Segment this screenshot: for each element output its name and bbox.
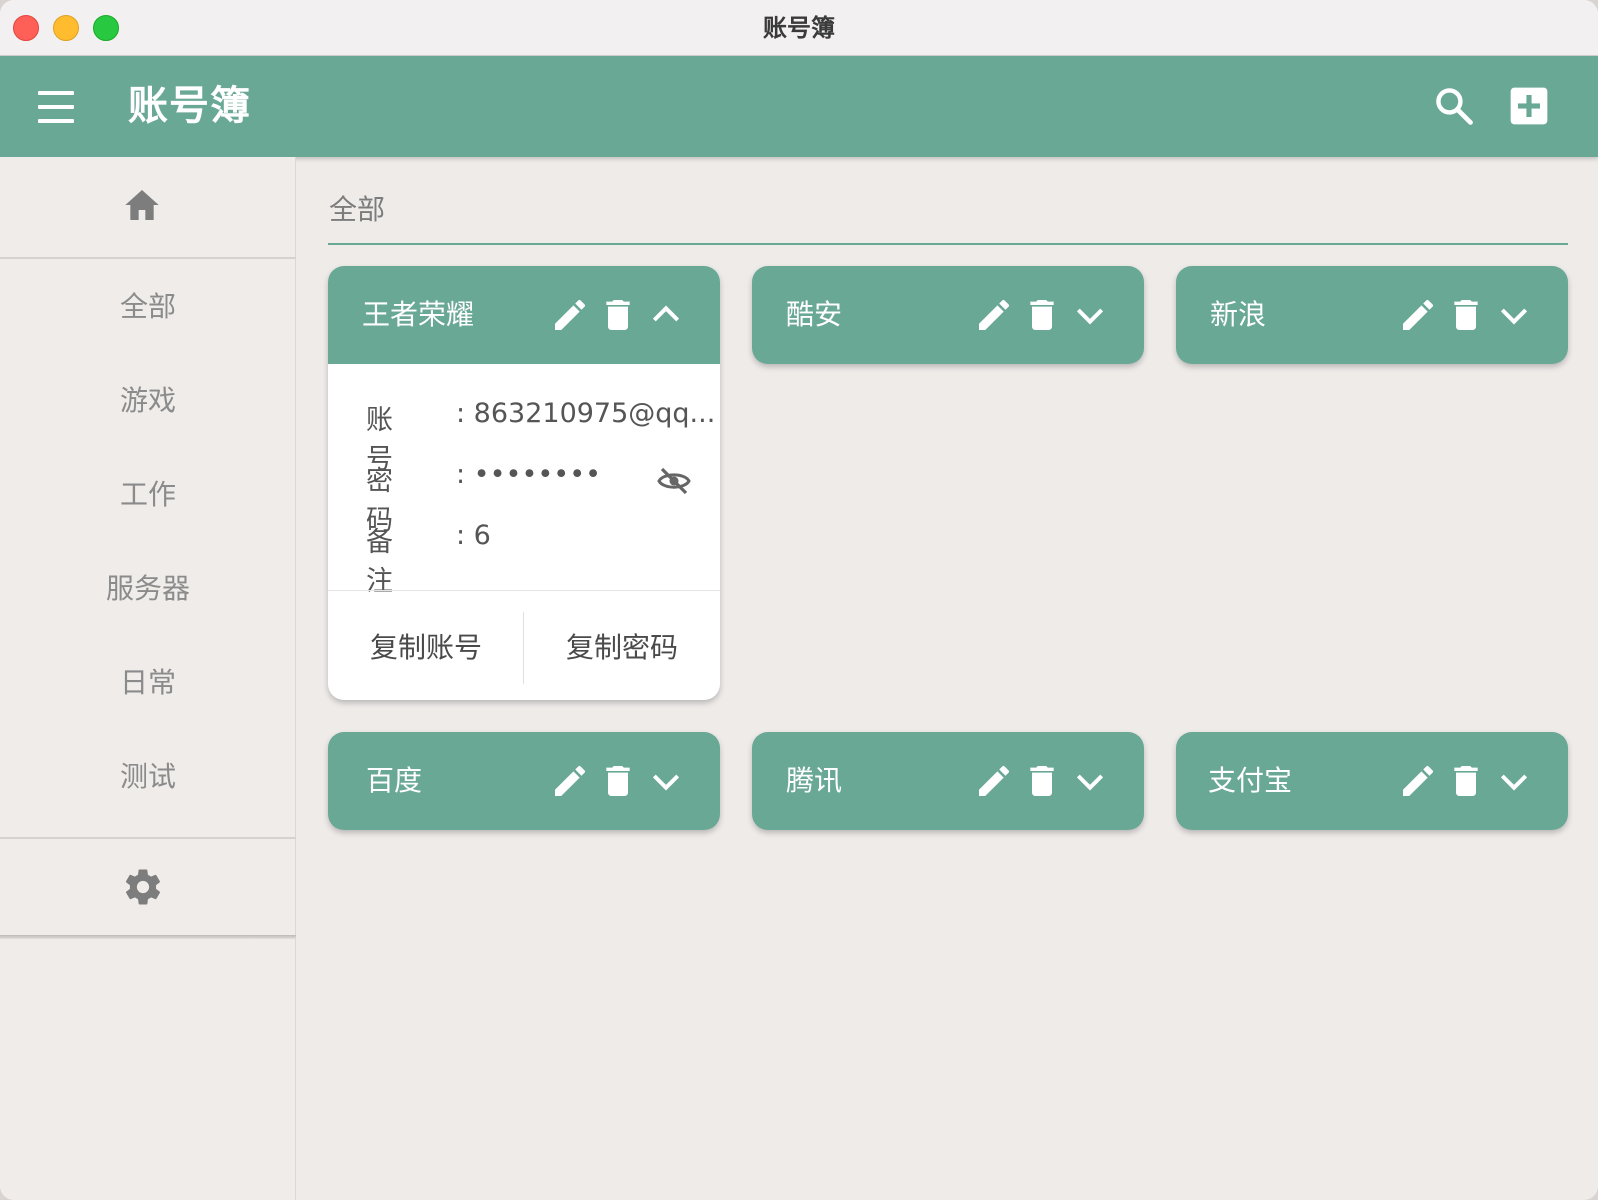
search-icon <box>1436 88 1473 125</box>
sidebar-home[interactable] <box>0 157 296 257</box>
delete-button[interactable] <box>598 761 638 801</box>
add-account-button[interactable] <box>1507 84 1551 128</box>
note-label: 备注 <box>366 527 419 597</box>
pencil-icon <box>555 765 586 796</box>
pencil-icon <box>979 765 1010 796</box>
section-underline <box>328 243 1568 245</box>
edit-button[interactable] <box>1398 761 1438 801</box>
sidebar-item-daily[interactable]: 日常 <box>0 635 296 731</box>
pencil-icon <box>979 299 1010 330</box>
edit-button[interactable] <box>974 295 1014 335</box>
collapse-button[interactable] <box>646 295 686 335</box>
sidebar-shadow <box>0 935 296 939</box>
account-row: 账号 : 863210975@qq... <box>366 398 715 475</box>
card-title: 腾讯 <box>786 764 843 797</box>
card-header[interactable]: 酷安 <box>752 266 1144 364</box>
trash-icon <box>1030 766 1054 796</box>
expand-button[interactable] <box>1494 761 1534 801</box>
menu-icon <box>38 91 74 95</box>
note-row: 备注 : 6 <box>366 520 696 597</box>
sidebar-settings[interactable] <box>0 839 296 935</box>
menu-icon-line <box>38 105 74 109</box>
account-card: 支付宝 <box>1176 732 1568 830</box>
account-card: 新浪 <box>1176 266 1568 364</box>
account-card: 腾讯 <box>752 732 1144 830</box>
card-title: 新浪 <box>1210 298 1267 331</box>
delete-button[interactable] <box>1446 761 1486 801</box>
account-card: 百度 <box>328 732 720 830</box>
app-bar: 账号簿 <box>0 56 1598 157</box>
pencil-icon <box>1403 765 1434 796</box>
expand-button[interactable] <box>646 761 686 801</box>
account-card: 酷安 <box>752 266 1144 364</box>
card-title: 酷安 <box>786 298 843 331</box>
gear-icon <box>125 869 161 905</box>
card-header[interactable]: 新浪 <box>1176 266 1568 364</box>
sidebar-item-work[interactable]: 工作 <box>0 447 296 543</box>
card-actions: 复制账号 复制密码 <box>328 596 720 700</box>
expand-button[interactable] <box>1494 295 1534 335</box>
sidebar: 全部 游戏 工作 服务器 日常 测试 <box>0 157 296 1200</box>
add-box-icon <box>1510 87 1548 125</box>
app-window: 账号簿 账号簿 全部 游戏 工作 服务器 日常 测试 全部 王者荣耀 账号: … <box>0 0 1598 1200</box>
card-title: 支付宝 <box>1208 764 1293 797</box>
expand-button[interactable] <box>1070 295 1110 335</box>
card-divider <box>328 590 720 591</box>
window-title: 账号簿 <box>763 14 835 42</box>
card-title: 王者荣耀 <box>362 298 475 331</box>
chevron-down-icon <box>652 774 680 791</box>
chevron-down-icon <box>1500 308 1528 325</box>
app-title: 账号簿 <box>128 83 251 129</box>
trash-icon <box>606 300 630 330</box>
title-bar: 账号簿 <box>0 0 1598 56</box>
delete-button[interactable] <box>1022 761 1062 801</box>
card-header[interactable]: 王者荣耀 <box>328 266 720 364</box>
delete-button[interactable] <box>598 295 638 335</box>
trash-icon <box>1030 300 1054 330</box>
edit-button[interactable] <box>974 761 1014 801</box>
menu-button[interactable] <box>36 89 76 125</box>
trash-icon <box>1454 300 1478 330</box>
edit-button[interactable] <box>550 295 590 335</box>
home-icon <box>125 190 159 220</box>
card-header[interactable]: 支付宝 <box>1176 732 1568 830</box>
trash-icon <box>606 766 630 796</box>
chevron-down-icon <box>1500 774 1528 791</box>
sidebar-item-all[interactable]: 全部 <box>0 259 296 355</box>
password-value: : •••••••• <box>456 459 602 490</box>
note-value: : 6 <box>456 520 491 551</box>
sidebar-item-test[interactable]: 测试 <box>0 729 296 825</box>
account-card: 王者荣耀 账号 : 863210975@qq... 密码 : •••••••• <box>328 266 720 700</box>
sidebar-item-server[interactable]: 服务器 <box>0 541 296 637</box>
trash-icon <box>1454 766 1478 796</box>
chevron-down-icon <box>1076 774 1104 791</box>
chevron-down-icon <box>1076 308 1104 325</box>
delete-button[interactable] <box>1022 295 1062 335</box>
toggle-password-visibility-button[interactable] <box>656 463 692 499</box>
card-title: 百度 <box>366 764 423 797</box>
chevron-up-icon <box>652 305 680 322</box>
eye-off-icon <box>657 467 691 495</box>
pencil-icon <box>555 299 586 330</box>
section-title: 全部 <box>329 193 386 226</box>
sidebar-item-games[interactable]: 游戏 <box>0 353 296 449</box>
edit-button[interactable] <box>550 761 590 801</box>
card-header[interactable]: 百度 <box>328 732 720 830</box>
account-value: : 863210975@qq... <box>456 398 716 429</box>
edit-button[interactable] <box>1398 295 1438 335</box>
menu-icon-line <box>38 119 74 123</box>
card-header[interactable]: 腾讯 <box>752 732 1144 830</box>
copy-password-button[interactable]: 复制密码 <box>524 596 720 700</box>
delete-button[interactable] <box>1446 295 1486 335</box>
copy-account-button[interactable]: 复制账号 <box>328 596 524 700</box>
search-button[interactable] <box>1432 84 1476 128</box>
pencil-icon <box>1403 299 1434 330</box>
expand-button[interactable] <box>1070 761 1110 801</box>
password-row: 密码 : •••••••• <box>366 459 696 536</box>
card-details: 账号 : 863210975@qq... 密码 : •••••••• 备注 : … <box>328 364 720 597</box>
